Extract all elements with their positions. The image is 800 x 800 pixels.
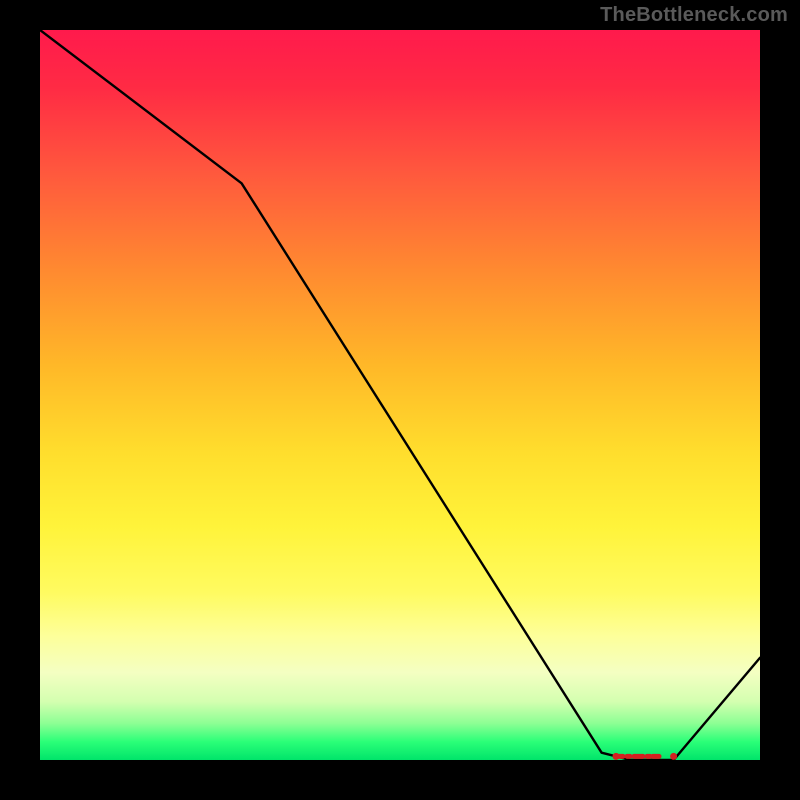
watermark-text: TheBottleneck.com (600, 4, 788, 27)
plot-area (40, 30, 760, 760)
optimal-band-dot (670, 753, 677, 760)
chart-frame: TheBottleneck.com (0, 0, 800, 800)
bottleneck-curve-line (40, 30, 760, 760)
optimal-band-dot (613, 753, 620, 760)
chart-svg (40, 30, 760, 760)
